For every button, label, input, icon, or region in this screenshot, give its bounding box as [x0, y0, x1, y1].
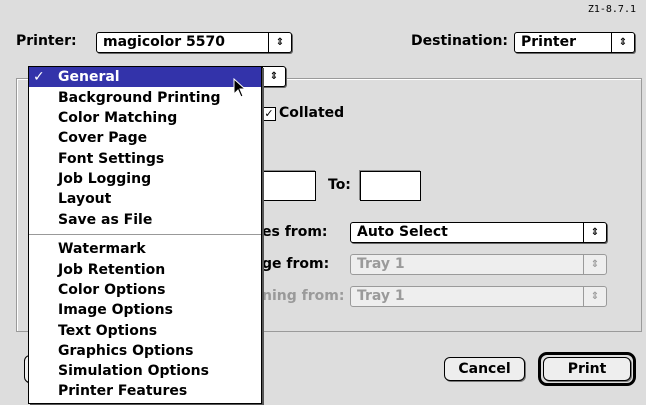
version-label: Z1-8.7.1: [587, 4, 636, 15]
menu-item-image-options[interactable]: Image Options: [29, 300, 261, 320]
printer-label: Printer:: [16, 33, 77, 49]
destination-label: Destination:: [411, 33, 509, 49]
menu-item-layout[interactable]: Layout: [29, 189, 261, 209]
destination-popup[interactable]: Printer ⇕: [514, 32, 635, 53]
paper-source-value: Auto Select: [357, 224, 448, 240]
up-down-arrows-icon: ⇕: [583, 255, 606, 274]
up-down-arrows-icon: ⇕: [262, 67, 285, 86]
panel-menu: ✓ General Background Printing Color Matc…: [28, 66, 262, 404]
paper-source-3-label: ning from:: [262, 288, 345, 304]
menu-item-watermark[interactable]: Watermark: [29, 239, 261, 259]
printer-popup-value: magicolor 5570: [103, 34, 225, 50]
destination-popup-value: Printer: [521, 34, 577, 50]
check-icon: ✓: [33, 69, 45, 85]
menu-item-background-printing[interactable]: Background Printing: [29, 88, 261, 108]
paper-source-2-label: ge from:: [262, 256, 330, 272]
up-down-arrows-icon: ⇕: [268, 33, 291, 52]
menu-item-job-retention[interactable]: Job Retention: [29, 260, 261, 280]
menu-item-color-matching[interactable]: Color Matching: [29, 108, 261, 128]
menu-item-text-options[interactable]: Text Options: [29, 321, 261, 341]
paper-source-3-value: Tray 1: [357, 288, 405, 304]
pages-to-label: To:: [328, 177, 351, 193]
menu-item-save-as-file[interactable]: Save as File: [29, 210, 261, 230]
up-down-arrows-icon: ⇕: [611, 33, 634, 52]
menu-item-job-logging[interactable]: Job Logging: [29, 169, 261, 189]
pages-to-field[interactable]: [360, 171, 421, 201]
paper-source-popup[interactable]: Auto Select ⇕: [350, 222, 607, 243]
paper-source-label: es from:: [262, 224, 328, 240]
menu-item-color-options[interactable]: Color Options: [29, 280, 261, 300]
paper-source-2-popup[interactable]: Tray 1 ⇕: [350, 254, 607, 275]
menu-item-graphics-options[interactable]: Graphics Options: [29, 341, 261, 361]
collated-checkbox[interactable]: ✓: [262, 107, 276, 121]
print-button[interactable]: Print: [543, 357, 631, 381]
menu-item-simulation-options[interactable]: Simulation Options: [29, 361, 261, 381]
menu-separator: [29, 234, 261, 235]
menu-item-printer-features[interactable]: Printer Features: [29, 381, 261, 401]
up-down-arrows-icon: ⇕: [583, 287, 606, 306]
menu-item-font-settings[interactable]: Font Settings: [29, 149, 261, 169]
pages-from-field[interactable]: [258, 171, 316, 201]
mouse-pointer-icon: [233, 78, 247, 98]
paper-source-2-value: Tray 1: [357, 256, 405, 272]
cancel-button[interactable]: Cancel: [444, 357, 525, 381]
menu-item-general[interactable]: ✓ General: [29, 67, 261, 87]
printer-popup[interactable]: magicolor 5570 ⇕: [96, 32, 292, 53]
up-down-arrows-icon: ⇕: [583, 223, 606, 242]
collated-label: Collated: [279, 105, 345, 121]
paper-source-3-popup[interactable]: Tray 1 ⇕: [350, 286, 607, 307]
menu-item-cover-page[interactable]: Cover Page: [29, 128, 261, 148]
